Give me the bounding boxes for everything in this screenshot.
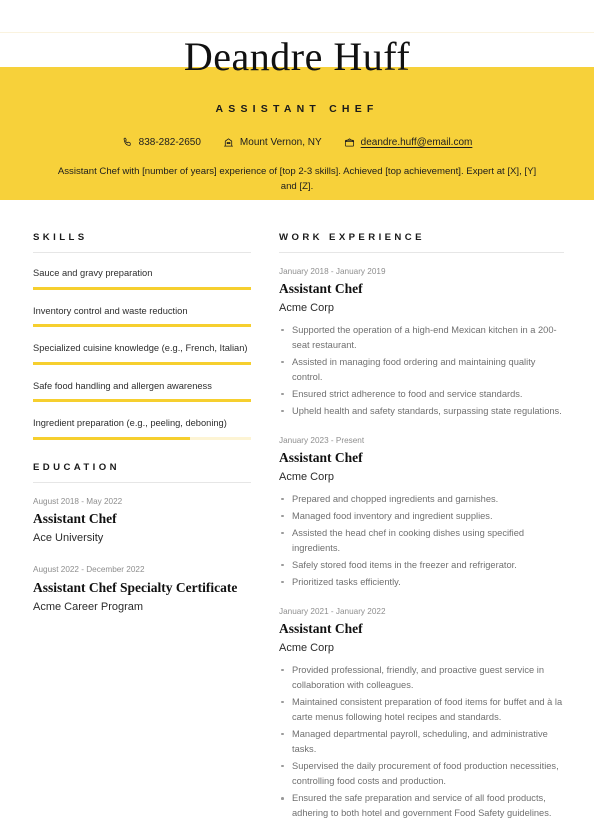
phone-icon xyxy=(122,136,134,148)
skill-item: Ingredient preparation (e.g., peeling, d… xyxy=(33,417,251,440)
experience-entry: January 2021 - January 2022 Assistant Che… xyxy=(279,606,564,821)
experience-bullet-list: Supported the operation of a high-end Me… xyxy=(279,323,564,419)
contact-email[interactable]: deandre.huff@email.com xyxy=(344,136,473,148)
skill-item: Safe food handling and allergen awarenes… xyxy=(33,380,251,403)
entry-role: Assistant Chef xyxy=(279,621,363,637)
resume-body: Skills Sauce and gravy preparation Invent… xyxy=(0,200,594,837)
skill-label: Specialized cuisine knowledge (e.g., Fre… xyxy=(33,343,248,354)
experience-bullet: Prepared and chopped ingredients and gar… xyxy=(279,492,564,507)
contact-phone-value: 838-282-2650 xyxy=(138,136,201,148)
entry-organization: Acme Corp xyxy=(279,471,335,484)
entry-date: January 2021 - January 2022 xyxy=(279,606,386,616)
skill-label: Safe food handling and allergen awarenes… xyxy=(33,380,212,391)
experience-bullet: Managed departmental payroll, scheduling… xyxy=(279,727,564,757)
left-column: Skills Sauce and gravy preparation Invent… xyxy=(33,232,251,633)
experience-bullet: Safely stored food items in the freezer … xyxy=(279,558,564,573)
skills-list: Sauce and gravy preparation Inventory con… xyxy=(33,267,251,440)
skill-level-bar xyxy=(33,324,251,328)
work-experience-section-title: Work Experience xyxy=(279,232,564,253)
entry-organization: Ace University xyxy=(33,532,104,545)
skill-label: Inventory control and waste reduction xyxy=(33,305,188,316)
location-icon xyxy=(223,136,235,148)
skill-level-bar xyxy=(33,361,251,365)
experience-bullet: Ensured strict adherence to food and ser… xyxy=(279,387,564,402)
page-title: Deandre Huff xyxy=(183,34,411,79)
entry-organization: Acme Corp xyxy=(279,642,335,655)
contact-location-value: Mount Vernon, NY xyxy=(239,136,322,148)
entry-role: Assistant Chef xyxy=(279,450,363,466)
skill-level-fill xyxy=(33,399,251,403)
contact-location: Mount Vernon, NY xyxy=(223,136,322,148)
skill-label: Ingredient preparation (e.g., peeling, d… xyxy=(33,418,227,429)
experience-bullet: Managed food inventory and ingredient su… xyxy=(279,509,564,524)
experience-entry: January 2018 - January 2019 Assistant Che… xyxy=(279,266,564,419)
entry-role: Assistant Chef xyxy=(33,511,117,527)
education-list: August 2018 - May 2022 Assistant Chef Ace … xyxy=(33,496,251,614)
entry-date: January 2018 - January 2019 xyxy=(279,267,386,276)
skills-section: Skills Sauce and gravy preparation Invent… xyxy=(33,232,251,440)
experience-bullet: Assisted the head chef in cooking dishes… xyxy=(279,526,564,556)
skill-item: Sauce and gravy preparation xyxy=(33,267,251,290)
entry-date: August 2022 - December 2022 xyxy=(33,565,145,575)
experience-bullet: Upheld health and safety standards, surp… xyxy=(279,404,564,419)
experience-bullet: Supervised the daily procurement of food… xyxy=(279,759,564,789)
contact-row: 838-282-2650 Mount Vernon, NY deandre.hu… xyxy=(122,136,473,148)
education-entry: August 2022 - December 2022 Assistant Che… xyxy=(33,564,251,614)
entry-role: Assistant Chef Specialty Certificate xyxy=(33,579,238,595)
contact-phone: 838-282-2650 xyxy=(122,136,201,148)
experience-bullet: Maintained consistent preparation of foo… xyxy=(279,695,564,725)
experience-bullet: Prioritized tasks efficiently. xyxy=(279,575,564,590)
skill-level-fill xyxy=(33,436,190,440)
skill-level-bar xyxy=(33,286,251,290)
skill-level-bar xyxy=(33,436,251,440)
contact-email-value[interactable]: deandre.huff@email.com xyxy=(361,137,473,148)
experience-entry: January 2023 - Present Assistant Chef Acme… xyxy=(279,435,564,590)
work-experience-list: January 2018 - January 2019 Assistant Che… xyxy=(279,266,564,821)
experience-bullet: Ensured the safe preparation and service… xyxy=(279,791,564,821)
entry-date: January 2023 - Present xyxy=(279,435,365,445)
resume-header: Deandre Huff Assistant Chef 838-282-2650 xyxy=(0,0,594,200)
experience-bullet-list: Provided professional, friendly, and pro… xyxy=(279,663,564,821)
entry-date: August 2018 - May 2022 xyxy=(33,496,123,506)
skills-section-title: Skills xyxy=(33,232,251,253)
skill-level-fill xyxy=(33,324,251,328)
education-section-title: Education xyxy=(33,462,251,483)
experience-bullet: Provided professional, friendly, and pro… xyxy=(279,663,564,693)
skill-item: Specialized cuisine knowledge (e.g., Fre… xyxy=(33,342,251,365)
email-icon xyxy=(344,136,356,148)
work-experience-section: Work Experience January 2018 - January 2… xyxy=(279,232,564,821)
education-entry: August 2018 - May 2022 Assistant Chef Ace … xyxy=(33,496,251,546)
header-job-title: Assistant Chef xyxy=(215,103,379,115)
entry-organization: Acme Career Program xyxy=(33,600,144,613)
skill-item: Inventory control and waste reduction xyxy=(33,305,251,328)
experience-bullet-list: Prepared and chopped ingredients and gar… xyxy=(279,492,564,590)
skill-level-fill xyxy=(33,286,251,290)
education-section: Education August 2018 - May 2022 Assistan… xyxy=(33,462,251,614)
header-summary: Assistant Chef with [number of years] ex… xyxy=(57,166,537,192)
experience-bullet: Supported the operation of a high-end Me… xyxy=(279,323,564,353)
experience-bullet: Assisted in managing food ordering and m… xyxy=(279,355,564,385)
skill-level-bar xyxy=(33,399,251,403)
entry-role: Assistant Chef xyxy=(279,281,363,297)
entry-organization: Acme Corp xyxy=(279,302,335,315)
skill-label: Sauce and gravy preparation xyxy=(33,268,153,278)
right-column: Work Experience January 2018 - January 2… xyxy=(279,232,564,837)
skill-level-fill xyxy=(33,361,251,365)
